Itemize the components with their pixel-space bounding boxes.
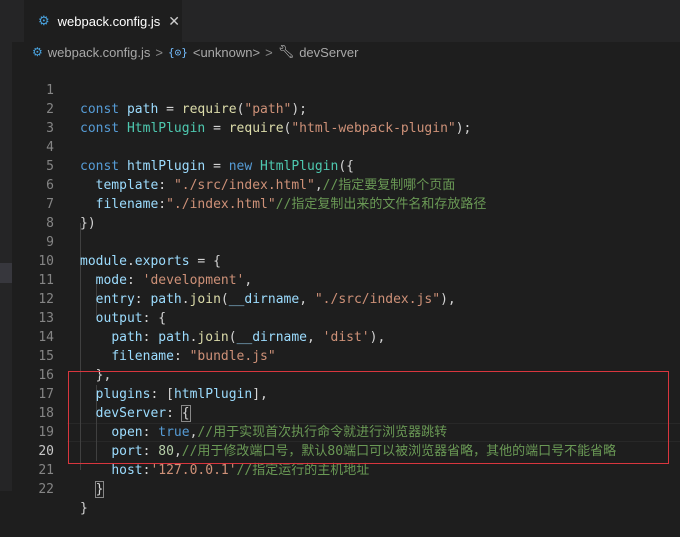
code-line: 10 mode: 'development', bbox=[12, 233, 680, 288]
code-line: 11 entry: path.join(__dirname, "./src/in… bbox=[12, 252, 680, 307]
code-line: 16 plugins: [htmlPlugin], bbox=[12, 347, 680, 402]
js-icon: ⚙ bbox=[32, 45, 43, 59]
tab-label: webpack.config.js bbox=[57, 13, 161, 29]
activity-bar-strip bbox=[0, 0, 12, 491]
code-line: 9 module.exports = { bbox=[12, 214, 680, 269]
breadcrumb-separator: > bbox=[155, 44, 163, 60]
tab-bar: ⚙ webpack.config.js ✕ bbox=[12, 0, 680, 42]
code-line: 8 bbox=[12, 195, 680, 231]
code-line: 3 bbox=[12, 100, 680, 136]
code-line: 5 template: "./src/index.html",//指定要复制哪个… bbox=[12, 138, 680, 193]
code-line: 12 output: { bbox=[12, 271, 680, 326]
code-line: 15 }, bbox=[12, 328, 680, 383]
annotation-box bbox=[68, 371, 669, 464]
js-icon: ⚙ bbox=[38, 13, 50, 28]
code-line: 6 filename:"./index.html"//指定复制出来的文件名和存放… bbox=[12, 157, 680, 212]
code-line: 1 const path = require("path"); bbox=[12, 62, 680, 117]
code-line: 4 const htmlPlugin = new HtmlPlugin({ bbox=[12, 119, 680, 174]
code-line: 13 path: path.join(__dirname, 'dist'), bbox=[12, 290, 680, 345]
token: } bbox=[94, 481, 105, 498]
code-line: 7 }) bbox=[12, 176, 680, 231]
token: } bbox=[80, 501, 88, 516]
activity-marker bbox=[0, 263, 12, 283]
code-line: 2 const HtmlPlugin = require("html-webpa… bbox=[12, 81, 680, 136]
breadcrumb: ⚙ webpack.config.js > {⊙} <unknown> > 🔧︎… bbox=[12, 42, 680, 62]
code-line: 14 filename: "bundle.js" bbox=[12, 309, 680, 364]
wrench-icon: 🔧︎ bbox=[277, 44, 295, 59]
symbol-icon: {⊙} bbox=[167, 45, 188, 59]
breadcrumb-file[interactable]: webpack.config.js bbox=[48, 45, 151, 60]
breadcrumb-member[interactable]: devServer bbox=[299, 45, 358, 60]
breadcrumb-scope[interactable]: <unknown> bbox=[193, 45, 260, 60]
line-number: 22 bbox=[38, 482, 54, 497]
tab-webpack-config[interactable]: ⚙ webpack.config.js ✕ bbox=[24, 0, 182, 42]
breadcrumb-separator: > bbox=[265, 44, 273, 60]
close-icon[interactable]: ✕ bbox=[168, 13, 180, 30]
